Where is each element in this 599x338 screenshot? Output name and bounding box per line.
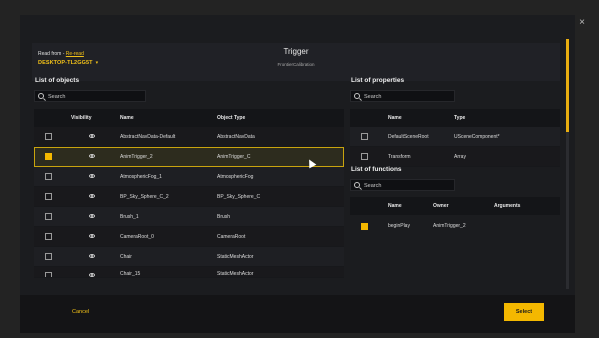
object-row[interactable]: BP_Sky_Sphere_C_2 BP_Sky_Sphere_C	[34, 187, 344, 207]
properties-title: List of properties	[351, 77, 405, 84]
property-name: DefaultSceneRoot	[388, 134, 429, 140]
property-row[interactable]: Transform Array	[350, 147, 560, 167]
eye-icon[interactable]	[89, 134, 95, 138]
functions-title: List of functions	[351, 166, 402, 173]
function-name: beginPlay	[388, 223, 410, 229]
object-name: Brush_1	[120, 214, 139, 220]
col-func-name: Name	[388, 203, 402, 209]
object-row-selected[interactable]: AnimTrigger_2 AnimTrigger_C	[34, 147, 344, 167]
object-checkbox[interactable]	[45, 213, 52, 220]
object-name: AbstractNavData-Default	[120, 134, 176, 140]
eye-icon[interactable]	[89, 214, 95, 218]
select-button[interactable]: Select	[504, 303, 544, 321]
col-func-owner: Owner	[433, 203, 449, 209]
dialog-title: Trigger	[283, 47, 309, 56]
property-type: USceneComponent*	[454, 134, 500, 140]
col-visibility: Visibility	[71, 115, 92, 121]
property-checkbox[interactable]	[361, 133, 368, 140]
object-type: AtmosphericFog	[217, 174, 254, 180]
close-icon[interactable]: ×	[579, 18, 585, 28]
functions-search-input[interactable]	[364, 181, 451, 190]
object-checkbox[interactable]	[45, 193, 52, 200]
object-row[interactable]: Chair_15 StaticMeshActor	[34, 267, 344, 278]
col-object-type: Object Type	[217, 115, 246, 121]
properties-search	[350, 90, 455, 102]
object-row[interactable]: AbstractNavData-Default AbstractNavData	[34, 127, 344, 147]
object-name: AtmosphericFog_1	[120, 174, 162, 180]
object-type: AnimTrigger_C	[217, 154, 251, 160]
object-checkbox[interactable]	[45, 153, 52, 160]
function-checkbox[interactable]	[361, 223, 368, 230]
object-name: CameraRoot_0	[120, 234, 154, 240]
object-checkbox[interactable]	[45, 133, 52, 140]
object-name: AnimTrigger_2	[120, 154, 153, 160]
properties-table-header: Name Type	[350, 109, 560, 127]
object-type: StaticMeshActor	[217, 254, 254, 260]
object-checkbox[interactable]	[45, 173, 52, 180]
dialog-header: Read from - Re-read DESKTOP-TL2GG5T ▾ Tri…	[32, 43, 560, 81]
object-name: Chair	[120, 254, 132, 260]
object-type: StaticMeshActor	[217, 271, 254, 277]
dialog-subtitle: FrontierCalibration	[277, 62, 315, 67]
functions-search	[350, 179, 455, 191]
property-name: Transform	[388, 154, 411, 160]
properties-search-input[interactable]	[364, 92, 451, 101]
search-icon	[38, 93, 44, 99]
object-row[interactable]: AtmosphericFog_1 AtmosphericFog	[34, 167, 344, 187]
search-icon	[354, 93, 360, 99]
eye-icon[interactable]	[89, 174, 95, 178]
eye-icon[interactable]	[89, 273, 95, 277]
object-name: Chair_15	[120, 271, 141, 277]
col-name: Name	[120, 115, 134, 121]
objects-table-header: Visibility Name Object Type	[34, 109, 344, 127]
object-type: Brush	[217, 214, 231, 220]
function-owner: AnimTrigger_2	[433, 223, 466, 229]
object-checkbox[interactable]	[45, 272, 52, 277]
trigger-dialog: Read from - Re-read DESKTOP-TL2GG5T ▾ Tri…	[20, 15, 575, 333]
object-checkbox[interactable]	[45, 253, 52, 260]
cancel-button[interactable]: Cancel	[72, 309, 89, 315]
property-checkbox[interactable]	[361, 153, 368, 160]
col-prop-type: Type	[454, 115, 466, 121]
object-type: AbstractNavData	[217, 134, 255, 140]
object-row[interactable]: Brush_1 Brush	[34, 207, 344, 227]
property-row[interactable]: DefaultSceneRoot USceneComponent*	[350, 127, 560, 147]
col-prop-name: Name	[388, 115, 402, 121]
functions-table-header: Name Owner Arguments	[350, 197, 560, 215]
object-type: BP_Sky_Sphere_C	[217, 194, 261, 200]
property-type: Array	[454, 154, 466, 160]
dialog-footer: Cancel Select	[20, 295, 575, 333]
search-icon	[354, 182, 360, 188]
object-type: CameraRoot	[217, 234, 246, 240]
col-func-arguments: Arguments	[494, 203, 521, 209]
dialog-scrollbar-thumb[interactable]	[566, 39, 569, 132]
eye-icon[interactable]	[89, 154, 95, 158]
eye-icon[interactable]	[89, 234, 95, 238]
objects-search-input[interactable]	[48, 92, 142, 101]
eye-icon[interactable]	[89, 194, 95, 198]
objects-title: List of objects	[35, 77, 80, 84]
object-checkbox[interactable]	[45, 233, 52, 240]
object-row[interactable]: Chair StaticMeshActor	[34, 247, 344, 267]
function-row[interactable]: beginPlay AnimTrigger_2	[350, 215, 560, 237]
object-row[interactable]: CameraRoot_0 CameraRoot	[34, 227, 344, 247]
objects-search	[34, 90, 146, 102]
eye-icon[interactable]	[89, 254, 95, 258]
object-name: BP_Sky_Sphere_C_2	[120, 194, 169, 200]
